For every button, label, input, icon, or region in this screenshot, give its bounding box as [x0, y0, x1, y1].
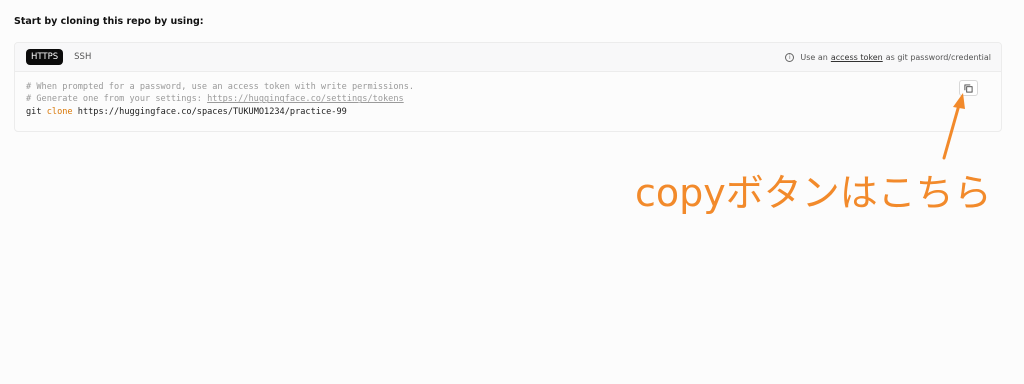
- code-comment-1: # When prompted for a password, use an a…: [26, 82, 415, 92]
- hint-suffix: as git password/credential: [885, 52, 991, 62]
- code-comment-2: # Generate one from your settings: https…: [26, 93, 414, 105]
- settings-tokens-link[interactable]: https://huggingface.co/settings/tokens: [207, 94, 404, 104]
- info-icon: i: [785, 52, 795, 62]
- cmd-url: https://huggingface.co/spaces/TUKUMO1234…: [77, 106, 347, 117]
- credential-hint: i Use an access token as git password/cr…: [785, 52, 991, 62]
- clone-heading: Start by cloning this repo by using:: [14, 16, 204, 27]
- copy-annotation-label: copyボタンはこちら: [635, 171, 992, 215]
- code-command: git clone https://huggingface.co/spaces/…: [26, 106, 414, 118]
- access-token-link[interactable]: access token: [831, 53, 883, 62]
- cmd-clone: clone: [46, 106, 73, 117]
- tab-ssh[interactable]: SSH: [69, 49, 96, 65]
- code-block: # When prompted for a password, use an a…: [26, 81, 414, 118]
- clone-panel: HTTPS SSH i Use an access token as git p…: [14, 42, 1002, 132]
- panel-header: HTTPS SSH i Use an access token as git p…: [15, 43, 1001, 72]
- comment2-prefix: # Generate one from your settings:: [26, 94, 208, 105]
- tab-https[interactable]: HTTPS: [26, 49, 64, 65]
- hint-prefix: Use an: [800, 52, 828, 62]
- cmd-git: git: [26, 106, 42, 117]
- annotation-arrow: [942, 93, 965, 160]
